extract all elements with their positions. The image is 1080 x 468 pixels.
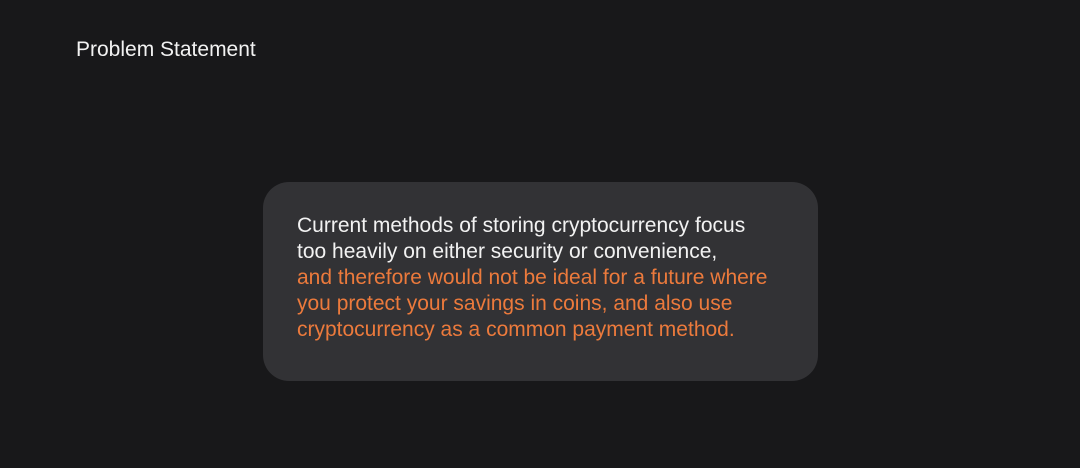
- statement-line-5-highlight: cryptocurrency as a common payment metho…: [297, 318, 735, 341]
- statement-line-3-highlight: and therefore would not be ideal for a f…: [297, 266, 768, 289]
- statement-line-2: too heavily on either security or conven…: [297, 240, 718, 263]
- problem-statement-card: Current methods of storing cryptocurrenc…: [263, 182, 818, 381]
- problem-statement-text: Current methods of storing cryptocurrenc…: [297, 213, 788, 343]
- statement-line-1: Current methods of storing cryptocurrenc…: [297, 214, 746, 237]
- page-title: Problem Statement: [76, 38, 256, 61]
- statement-line-4-highlight: you protect your savings in coins, and a…: [297, 292, 733, 315]
